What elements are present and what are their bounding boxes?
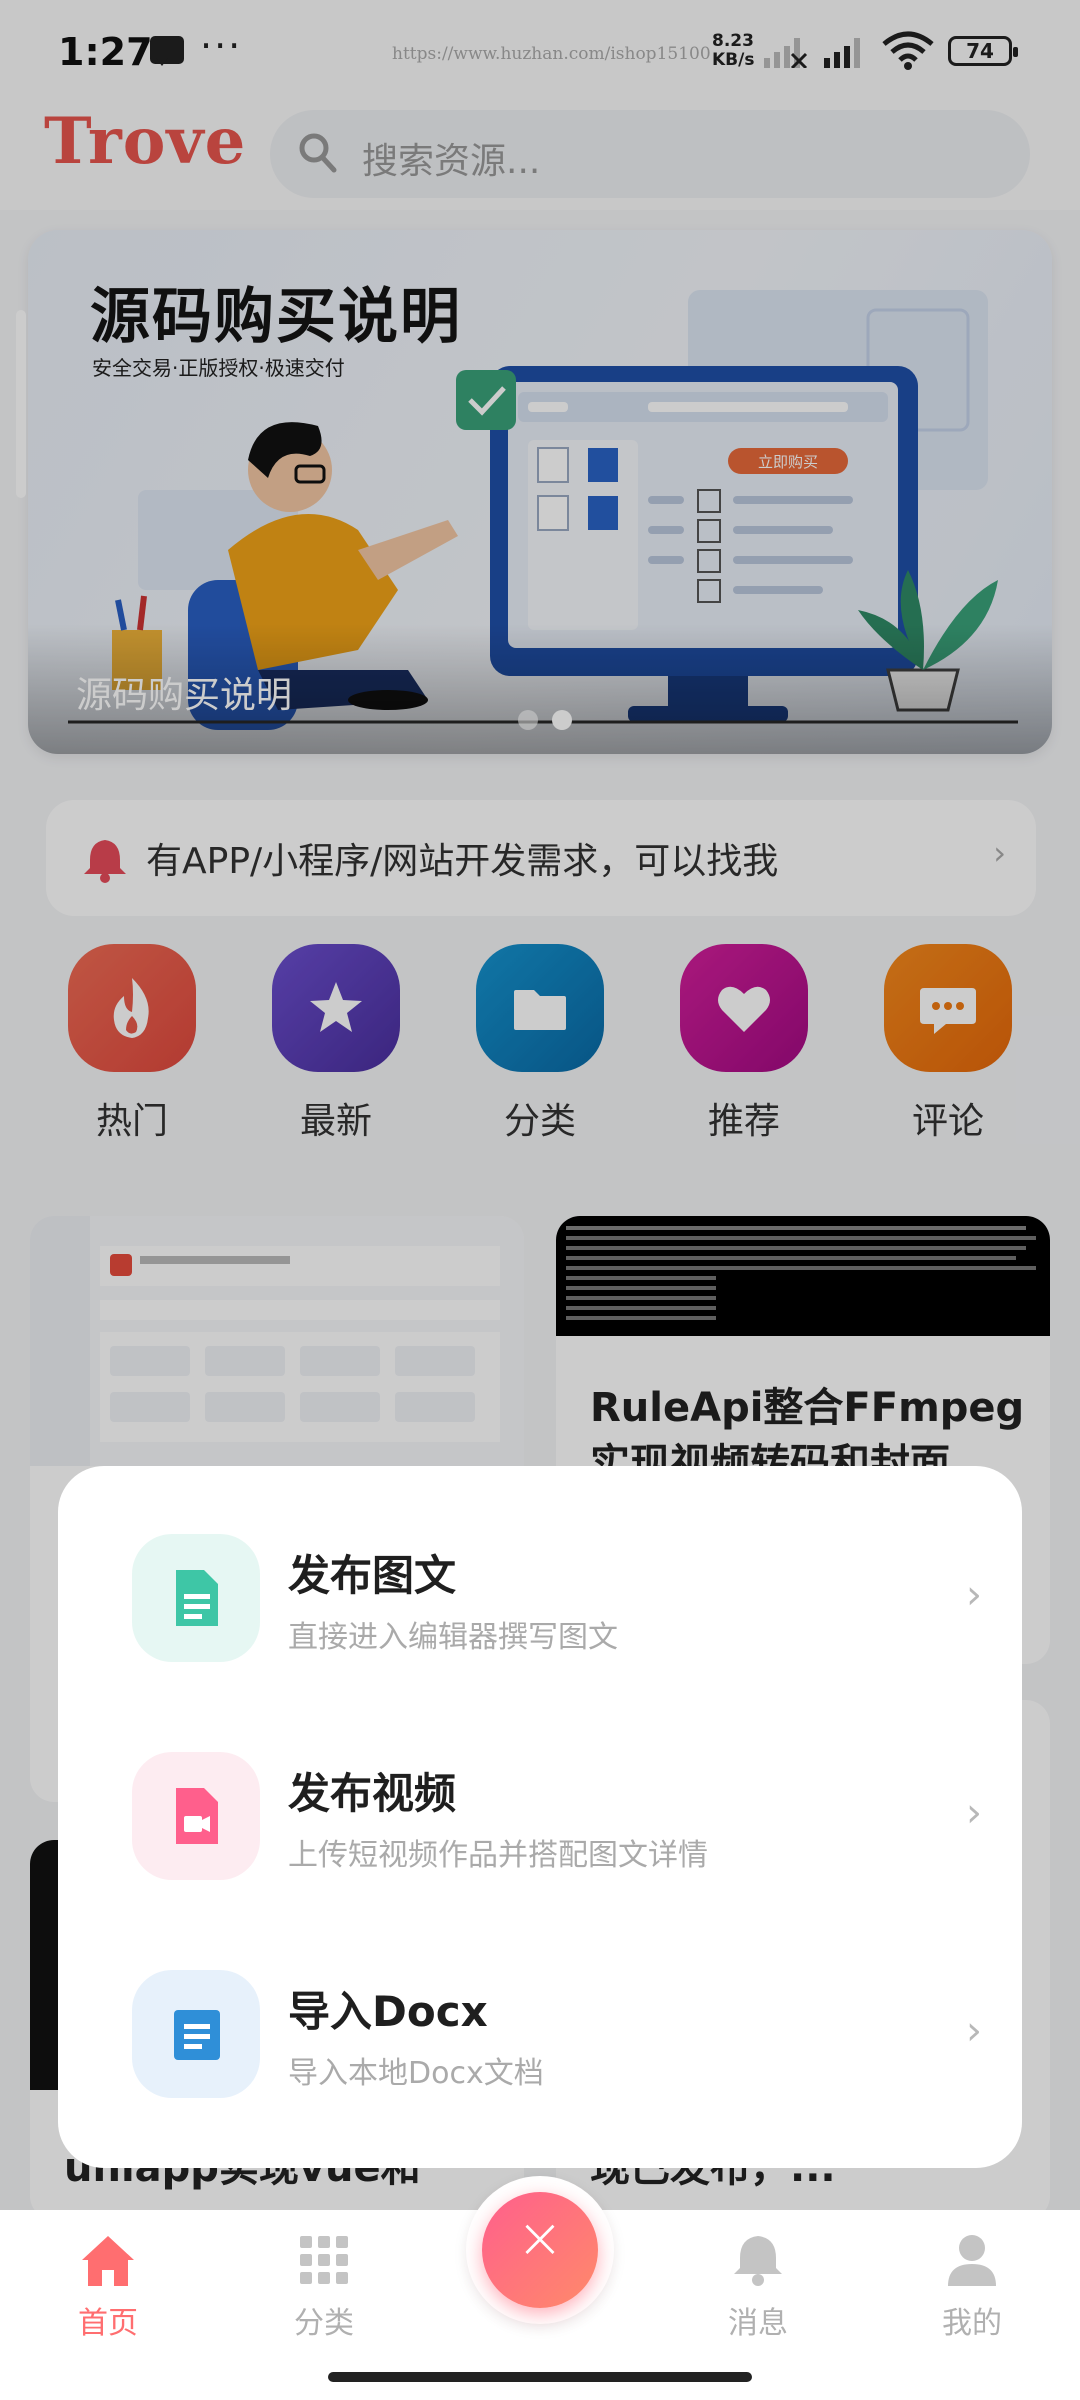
publish-sheet: 发布图文 直接进入编辑器撰写图文 › 发布视频 上传短视频作品并搭配图文详情 ›… xyxy=(58,1466,1022,2168)
tab-label: 首页 xyxy=(78,2306,138,2341)
video-file-icon xyxy=(132,1752,260,1880)
close-publish-button[interactable]: × xyxy=(482,2192,598,2308)
tab-label: 我的 xyxy=(942,2306,1002,2341)
option-description: 导入本地Docx文档 xyxy=(288,2056,544,2091)
option-title: 发布图文 xyxy=(288,1551,457,1600)
chevron-right-icon: › xyxy=(966,2008,982,2054)
tab-messages[interactable]: 消息 xyxy=(688,2232,828,2342)
close-icon: × xyxy=(516,2206,564,2271)
option-description: 上传短视频作品并搭配图文详情 xyxy=(288,1838,708,1873)
tab-home[interactable]: 首页 xyxy=(38,2232,178,2342)
tab-profile[interactable]: 我的 xyxy=(902,2232,1042,2342)
import-docx-option[interactable]: 导入Docx 导入本地Docx文档 › xyxy=(132,1970,982,2100)
chevron-right-icon: › xyxy=(966,1790,982,1836)
tab-category[interactable]: 分类 xyxy=(254,2232,394,2342)
option-title: 导入Docx xyxy=(288,1987,488,2036)
option-description: 直接进入编辑器撰写图文 xyxy=(288,1620,618,1655)
tab-label: 分类 xyxy=(294,2306,354,2341)
publish-article-option[interactable]: 发布图文 直接进入编辑器撰写图文 › xyxy=(132,1534,982,1664)
docx-icon xyxy=(132,1970,260,2098)
chevron-right-icon: › xyxy=(966,1572,982,1618)
publish-video-option[interactable]: 发布视频 上传短视频作品并搭配图文详情 › xyxy=(132,1752,982,1882)
home-indicator[interactable] xyxy=(328,2372,752,2382)
tab-label: 消息 xyxy=(728,2306,788,2341)
document-icon xyxy=(132,1534,260,1662)
user-icon xyxy=(948,2235,996,2286)
option-title: 发布视频 xyxy=(288,1769,457,1818)
bell-icon xyxy=(734,2236,782,2286)
home-icon xyxy=(82,2236,134,2286)
grid-icon xyxy=(300,2236,348,2284)
